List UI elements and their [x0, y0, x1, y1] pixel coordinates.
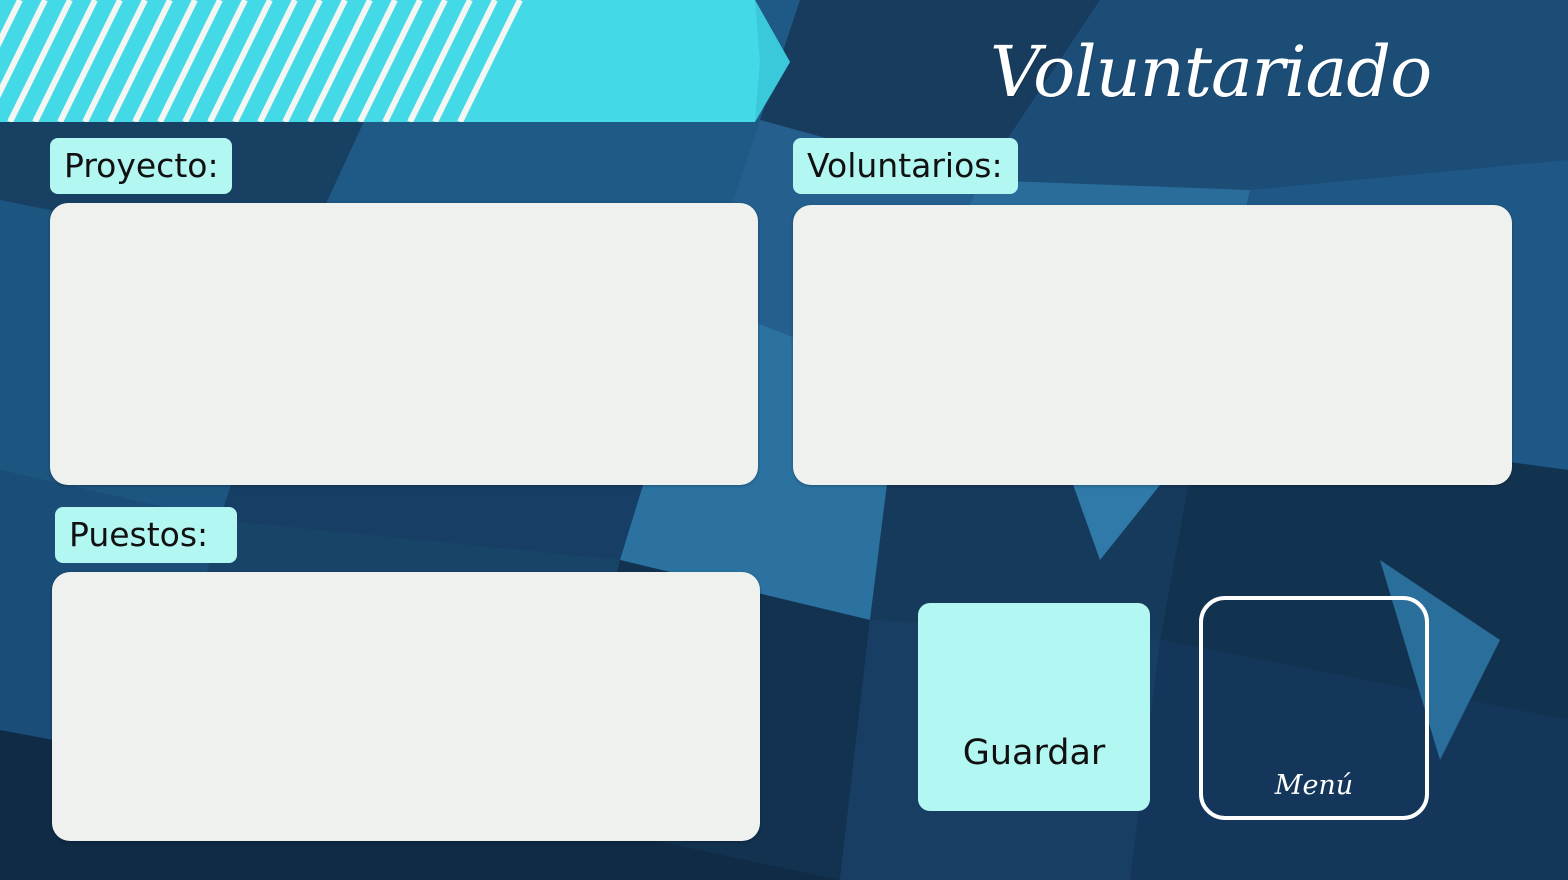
voluntarios-field[interactable] — [793, 205, 1512, 485]
page-title: Voluntariado — [990, 31, 1432, 113]
menu-button[interactable]: Menú — [1199, 596, 1429, 820]
puestos-label: Puestos: — [55, 507, 237, 563]
proyecto-label: Proyecto: — [50, 138, 232, 194]
voluntarios-label: Voluntarios: — [793, 138, 1018, 194]
save-button[interactable]: Guardar — [918, 603, 1150, 811]
puestos-field[interactable] — [52, 572, 760, 841]
header-ribbon — [0, 0, 790, 122]
proyecto-field[interactable] — [50, 203, 758, 485]
save-button-label: Guardar — [962, 733, 1106, 773]
menu-button-label: Menú — [1274, 770, 1354, 801]
